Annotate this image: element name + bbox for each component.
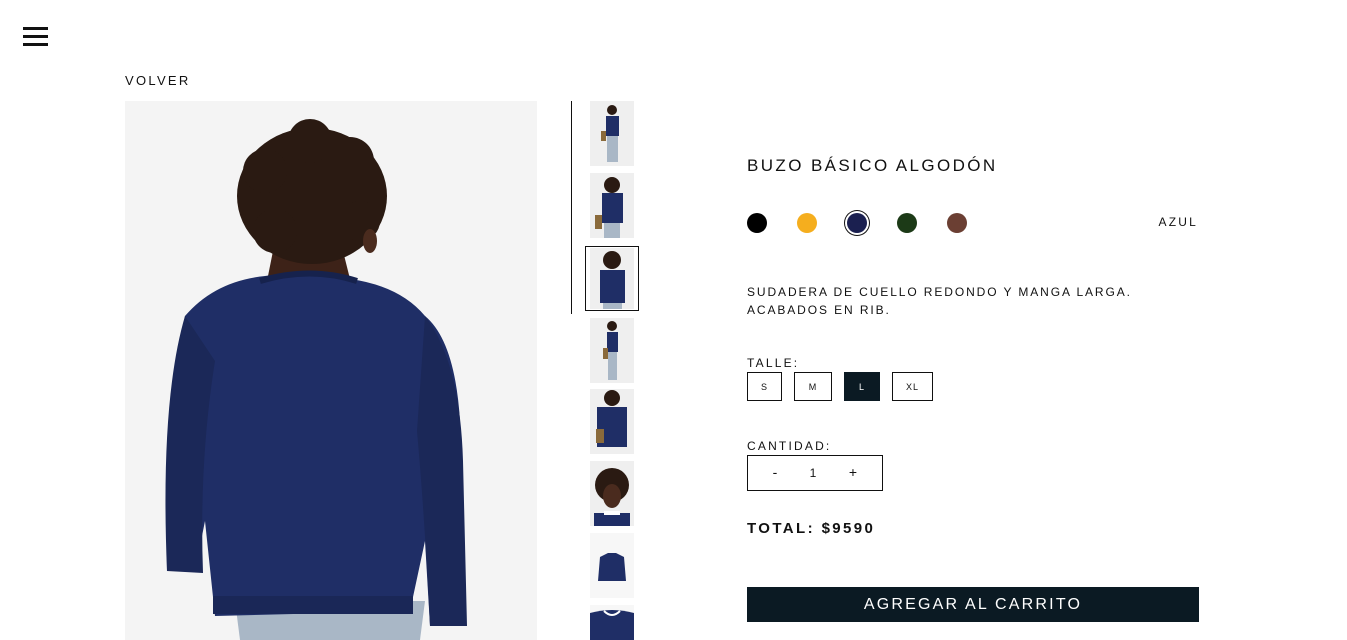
description-line-1: SUDADERA DE CUELLO REDONDO Y MANGA LARGA… bbox=[747, 285, 1132, 299]
size-button-xl[interactable]: XL bbox=[892, 372, 933, 401]
selected-color-label: AZUL bbox=[1158, 215, 1198, 229]
thumbnail-1[interactable] bbox=[590, 101, 634, 166]
size-button-s[interactable]: S bbox=[747, 372, 782, 401]
color-swatch-green[interactable] bbox=[897, 213, 917, 233]
size-button-l[interactable]: L bbox=[844, 372, 880, 401]
thumbnail-3-selected[interactable] bbox=[585, 246, 639, 311]
thumbnail-8[interactable] bbox=[590, 605, 634, 640]
back-link[interactable]: VOLVER bbox=[125, 73, 191, 88]
thumbnail-2[interactable] bbox=[590, 173, 634, 238]
thumbnail-7[interactable] bbox=[590, 533, 634, 598]
thumbnail-5[interactable] bbox=[590, 389, 634, 454]
color-swatch-black[interactable] bbox=[747, 213, 767, 233]
thumbnail-6[interactable] bbox=[590, 461, 634, 526]
description-line-2: ACABADOS EN RIB. bbox=[747, 303, 891, 317]
main-product-image bbox=[125, 101, 537, 640]
thumbnail-rail bbox=[571, 101, 572, 314]
hamburger-menu-icon[interactable] bbox=[23, 27, 48, 47]
quantity-value: 1 bbox=[809, 466, 817, 480]
model-back-view-image bbox=[125, 101, 537, 640]
quantity-increase-button[interactable]: + bbox=[843, 464, 863, 480]
total-price: TOTAL: $9590 bbox=[747, 520, 876, 537]
size-label: TALLE: bbox=[747, 356, 800, 370]
size-button-m[interactable]: M bbox=[794, 372, 832, 401]
add-to-cart-button[interactable]: AGREGAR AL CARRITO bbox=[747, 587, 1199, 622]
product-description: SUDADERA DE CUELLO REDONDO Y MANGA LARGA… bbox=[747, 283, 1187, 319]
color-swatch-navy[interactable] bbox=[847, 213, 867, 233]
quantity-stepper: - 1 + bbox=[747, 455, 883, 491]
product-title: BUZO BÁSICO ALGODÓN bbox=[747, 156, 998, 175]
thumbnail-4[interactable] bbox=[590, 318, 634, 383]
color-swatch-brown[interactable] bbox=[947, 213, 967, 233]
quantity-decrease-button[interactable]: - bbox=[765, 464, 785, 480]
quantity-label: CANTIDAD: bbox=[747, 439, 832, 453]
color-swatch-yellow[interactable] bbox=[797, 213, 817, 233]
